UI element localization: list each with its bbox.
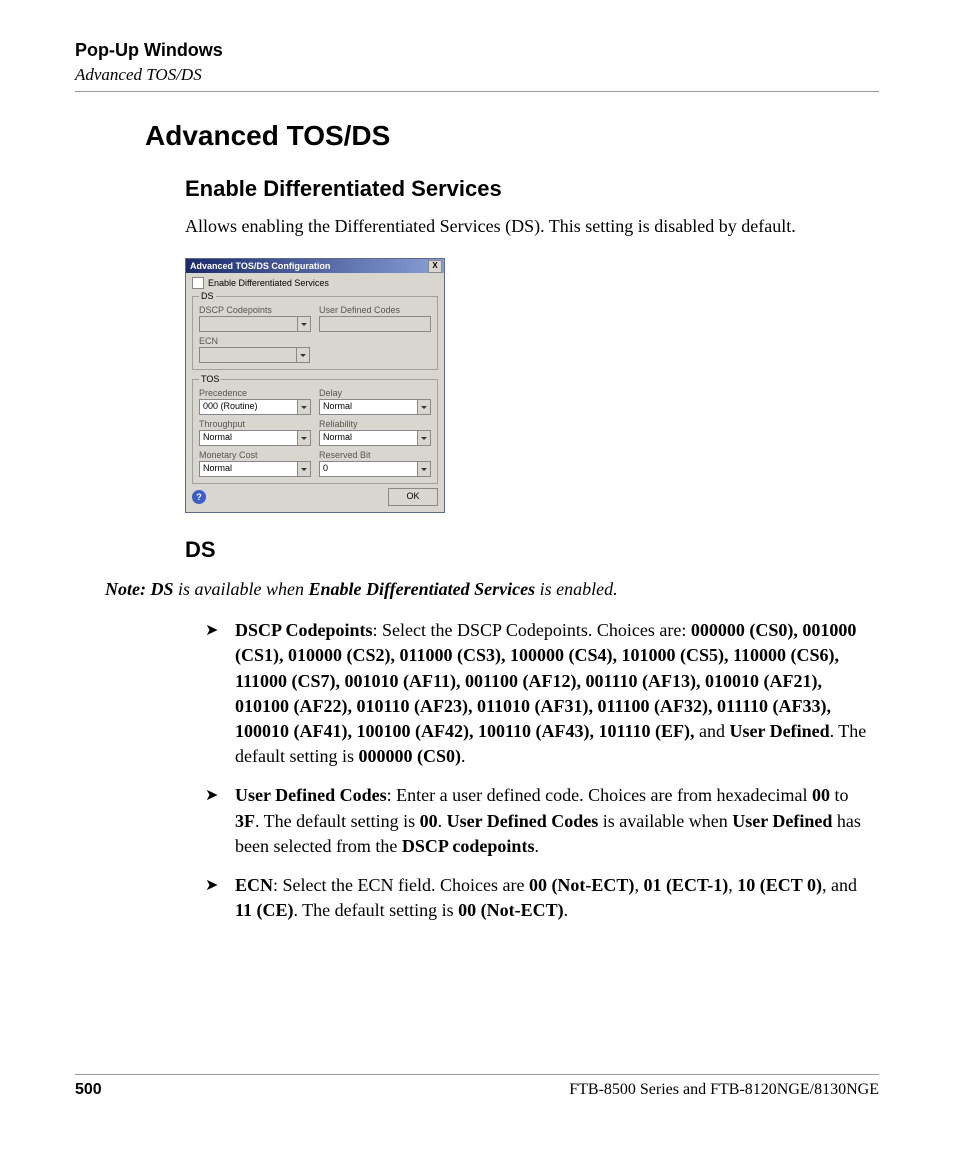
b2-v5: User Defined (732, 811, 832, 831)
precedence-label: Precedence (199, 388, 311, 398)
b3-t1: : Select the ECN field. Choices are (273, 875, 529, 895)
breadcrumb: Advanced TOS/DS (75, 65, 879, 85)
ds-group: DS DSCP Codepoints User Defined Codes (192, 291, 438, 370)
ds-legend: DS (199, 291, 216, 301)
b3-t5: . The default setting is (294, 900, 459, 920)
chevron-down-icon (417, 400, 430, 414)
precedence-value: 000 (Routine) (200, 400, 297, 414)
enable-ds-label: Enable Differentiated Services (208, 278, 329, 288)
ds-heading: DS (185, 537, 879, 563)
udc-label: User Defined Codes (319, 305, 431, 315)
monetary-value: Normal (200, 462, 297, 476)
b1-t4: . (461, 746, 466, 766)
tos-group: TOS Precedence 000 (Routine) Delay (192, 374, 438, 484)
help-icon[interactable]: ? (192, 490, 206, 504)
reliability-label: Reliability (319, 419, 431, 429)
ecn-select[interactable] (199, 347, 310, 363)
subsection-heading: Enable Differentiated Services (185, 176, 879, 202)
b1-ud: User Defined (729, 721, 829, 741)
udc-value (320, 317, 430, 331)
close-button[interactable]: X (428, 260, 442, 273)
b1-def: 000000 (CS0) (358, 746, 461, 766)
dialog-title-text: Advanced TOS/DS Configuration (190, 261, 428, 271)
note-suffix: is enabled. (535, 579, 618, 599)
b2-t3: . The default setting is (255, 811, 420, 831)
b3-lead: ECN (235, 875, 273, 895)
chevron-down-icon (296, 348, 309, 362)
b3-t3: , (728, 875, 737, 895)
reliability-value: Normal (320, 431, 417, 445)
reserved-value: 0 (320, 462, 417, 476)
b3-v3: 10 (ECT 0) (737, 875, 822, 895)
precedence-select[interactable]: 000 (Routine) (199, 399, 311, 415)
b2-v2: 3F (235, 811, 255, 831)
note-mid1: is available when (174, 579, 309, 599)
delay-label: Delay (319, 388, 431, 398)
b2-t7: . (534, 836, 539, 856)
reserved-label: Reserved Bit (319, 450, 431, 460)
monetary-select[interactable]: Normal (199, 461, 311, 477)
b1-lead: DSCP Codepoints (235, 620, 373, 640)
ok-button[interactable]: OK (388, 488, 438, 506)
enable-ds-checkbox[interactable] (192, 277, 204, 289)
b3-t4: , and (822, 875, 857, 895)
chevron-down-icon (297, 317, 310, 331)
b2-v4: User Defined Codes (447, 811, 599, 831)
dialog-titlebar: Advanced TOS/DS Configuration X (186, 259, 444, 273)
section-header: Pop-Up Windows (75, 40, 879, 61)
b1-t2: and (694, 721, 729, 741)
b1-t1: : Select the DSCP Codepoints. Choices ar… (373, 620, 691, 640)
chevron-down-icon (417, 431, 430, 445)
dscp-select[interactable] (199, 316, 311, 332)
tos-legend: TOS (199, 374, 221, 384)
chevron-down-icon (297, 400, 310, 414)
b2-t2: to (830, 785, 849, 805)
b3-v1: 00 (Not-ECT) (529, 875, 635, 895)
reserved-select[interactable]: 0 (319, 461, 431, 477)
throughput-value: Normal (200, 431, 297, 445)
b2-lead: User Defined Codes (235, 785, 387, 805)
dialog-advanced-tos-ds: Advanced TOS/DS Configuration X Enable D… (185, 258, 445, 513)
b2-v1: 00 (812, 785, 830, 805)
page-title: Advanced TOS/DS (145, 120, 879, 152)
dscp-label: DSCP Codepoints (199, 305, 311, 315)
ecn-value (200, 348, 296, 362)
page-number: 500 (75, 1081, 102, 1099)
note-label: Note: (105, 579, 146, 599)
b2-v3: 00 (420, 811, 438, 831)
udc-input[interactable] (319, 316, 431, 332)
b2-t4: . (438, 811, 447, 831)
chevron-down-icon (297, 431, 310, 445)
delay-select[interactable]: Normal (319, 399, 431, 415)
b2-t1: : Enter a user defined code. Choices are… (387, 785, 812, 805)
monetary-label: Monetary Cost (199, 450, 311, 460)
bullet-dscp: DSCP Codepoints: Select the DSCP Codepoi… (205, 618, 869, 769)
note-prefix: DS (150, 579, 173, 599)
bullet-udc: User Defined Codes: Enter a user defined… (205, 783, 869, 859)
product-footer: FTB-8500 Series and FTB-8120NGE/8130NGE (569, 1081, 879, 1099)
b3-v2: 01 (ECT-1) (643, 875, 728, 895)
throughput-select[interactable]: Normal (199, 430, 311, 446)
b3-t6: . (564, 900, 569, 920)
dscp-value (200, 317, 297, 331)
b2-t5: is available when (598, 811, 732, 831)
b2-v6: DSCP codepoints (402, 836, 535, 856)
throughput-label: Throughput (199, 419, 311, 429)
header-rule (75, 91, 879, 92)
chevron-down-icon (297, 462, 310, 476)
note-bold: Enable Differentiated Services (308, 579, 535, 599)
ecn-label: ECN (199, 336, 310, 346)
chevron-down-icon (417, 462, 430, 476)
bullet-ecn: ECN: Select the ECN field. Choices are 0… (205, 873, 869, 923)
b3-v5: 00 (Not-ECT) (458, 900, 564, 920)
note-block: Note: DS is available when Enable Differ… (105, 579, 869, 600)
b3-v4: 11 (CE) (235, 900, 294, 920)
reliability-select[interactable]: Normal (319, 430, 431, 446)
intro-text: Allows enabling the Differentiated Servi… (185, 214, 869, 238)
delay-value: Normal (320, 400, 417, 414)
